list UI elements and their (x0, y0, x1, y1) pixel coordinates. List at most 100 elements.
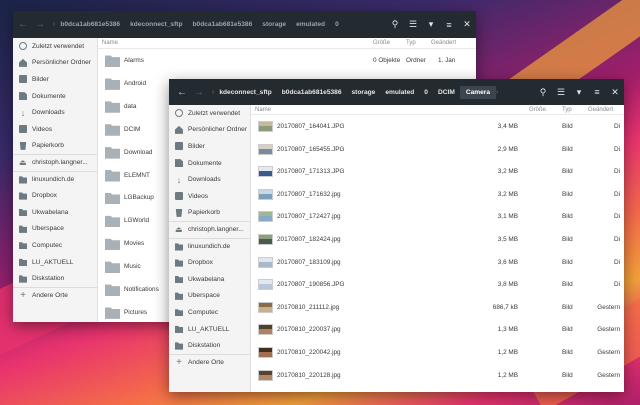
search-icon[interactable]: ⚲ (534, 83, 552, 101)
list-item[interactable]: 20170807_190856.JPG 3,8 MB Bild Di (251, 273, 624, 296)
sidebar-item[interactable]: Diskstation (13, 270, 97, 287)
file-type: Bild (562, 371, 573, 379)
back-arrow-icon[interactable]: ← (16, 18, 30, 32)
breadcrumb: ‹ b0dca1ab681e5386 kdeconnect_sftp b0dca… (53, 21, 344, 28)
list-item[interactable]: 20170807_171313.JPG 3,2 MB Bild Di (251, 160, 624, 183)
sidebar-item[interactable]: LU_AKTUELL (169, 321, 250, 338)
network-drive-icon: ⏏ (19, 157, 27, 167)
sidebar-item[interactable]: Dropbox (13, 187, 97, 204)
sidebar-item-label: Ukwabelana (32, 208, 69, 216)
sidebar-item[interactable]: Computec (13, 237, 97, 254)
breadcrumb-item[interactable]: b0dca1ab681e5386 (277, 89, 347, 96)
file-type: Bild (562, 123, 573, 130)
close-icon[interactable]: ✕ (606, 83, 624, 101)
file-name: Notifications (124, 286, 159, 293)
breadcrumb-item[interactable]: b0dca1ab681e5386 (188, 21, 258, 28)
column-name[interactable]: Name (255, 107, 271, 113)
breadcrumb-item[interactable]: kdeconnect_sftp (125, 21, 187, 28)
list-item[interactable]: 20170810_220042.jpg 1,2 MB Bild Gestern (251, 341, 624, 364)
sidebar-item[interactable]: Zuletzt verwendet (169, 105, 250, 122)
forward-arrow-icon[interactable]: → (192, 85, 206, 99)
breadcrumb-item-current[interactable]: Camera (459, 85, 497, 99)
sidebar-item[interactable]: ⏏ christoph.langner... (13, 154, 97, 171)
sidebar-item[interactable]: Diskstation (169, 337, 250, 354)
headerbar: ← → ‹ b0dca1ab681e5386 kdeconnect_sftp b… (13, 11, 476, 38)
breadcrumb-item[interactable]: storage (347, 89, 381, 96)
view-list-icon[interactable]: ☰ (404, 16, 422, 34)
list-item[interactable]: Alarms 0 Objekte Ordner 1. Jan (98, 49, 476, 72)
sidebar-item[interactable]: Persönlicher Ordner (169, 122, 250, 139)
file-type: Bild (562, 281, 573, 289)
close-icon[interactable]: ✕ (458, 16, 476, 34)
sidebar-item[interactable]: Ukwabelana (169, 271, 250, 288)
list-item[interactable]: 20170807_183109.jpg 3,6 MB Bild Di (251, 251, 624, 274)
list-item[interactable]: 20170807_171632.jpg 3,2 MB Bild Di (251, 183, 624, 206)
breadcrumb-item[interactable]: 0 (330, 21, 344, 28)
file-size: 3,4 MB (497, 123, 518, 130)
sidebar-item[interactable]: Dokumente (169, 155, 250, 172)
column-name[interactable]: Name (102, 40, 118, 46)
view-options-icon[interactable]: ▾ (422, 16, 440, 34)
sidebar-item[interactable]: Papierkorb (169, 205, 250, 222)
sidebar-item[interactable]: Dropbox (169, 254, 250, 271)
sidebar-item-label: Dropbox (188, 259, 213, 267)
breadcrumb-item[interactable]: storage (257, 21, 291, 28)
sidebar-item[interactable]: Ukwabelana (13, 204, 97, 221)
sidebar-item[interactable]: Papierkorb (13, 138, 97, 155)
file-name: 20170807_164041.JPG (277, 123, 345, 130)
sidebar-item[interactable]: ⏏ christoph.langner... (169, 221, 250, 238)
sidebar-item[interactable]: + Andere Orte (169, 353, 250, 371)
sidebar-item[interactable]: linuxundich.de (169, 237, 250, 255)
sidebar-item[interactable]: Zuletzt verwendet (13, 38, 97, 55)
chevron-right-icon[interactable]: › (496, 89, 498, 96)
column-type[interactable]: Typ (562, 107, 572, 113)
breadcrumb-item[interactable]: kdeconnect_sftp (214, 89, 276, 96)
column-modified[interactable]: Geändert (588, 107, 613, 113)
sidebar-item[interactable]: linuxundich.de (13, 170, 97, 188)
column-type[interactable]: Typ (406, 40, 416, 46)
sidebar-item[interactable]: + Andere Orte (13, 286, 97, 304)
file-list: 20170807_164041.JPG 3,4 MB Bild Di 20170807_… (251, 115, 624, 392)
breadcrumb-item[interactable]: b0dca1ab681e5386 (55, 21, 125, 28)
sidebar-item[interactable]: LU_AKTUELL (13, 254, 97, 271)
sidebar-item-label: Papierkorb (32, 142, 64, 150)
file-modified: Gestern (597, 371, 620, 379)
sidebar-item[interactable]: Computec (169, 304, 250, 321)
search-icon[interactable]: ⚲ (386, 16, 404, 34)
breadcrumb-item[interactable]: emulated (291, 21, 330, 28)
sidebar-item[interactable]: ↓ Downloads (169, 171, 250, 188)
list-item[interactable]: 20170810_211112.jpg 686,7 kB Bild Gestern (251, 296, 624, 319)
sidebar-item[interactable]: Bilder (13, 71, 97, 88)
file-size: 3,1 MB (497, 213, 518, 221)
list-item[interactable]: 20170807_165455.JPG 2,9 MB Bild Di (251, 138, 624, 161)
menu-icon[interactable]: ≡ (440, 16, 458, 34)
list-item[interactable]: 20170807_164041.JPG 3,4 MB Bild Di (251, 115, 624, 138)
breadcrumb-item[interactable]: 0 (419, 89, 433, 96)
list-item[interactable]: 20170807_172427.jpg 3,1 MB Bild Di (251, 205, 624, 228)
sidebar-item[interactable]: Bilder (169, 138, 250, 155)
file-name: 20170810_220037.jpg (277, 326, 341, 334)
sidebar-item[interactable]: Videos (169, 188, 250, 205)
menu-icon[interactable]: ≡ (588, 83, 606, 101)
list-item[interactable]: 20170810_220037.jpg 1,3 MB Bild Gestern (251, 318, 624, 341)
column-size[interactable]: Größe (373, 40, 390, 46)
image-thumbnail-icon (258, 369, 273, 381)
sidebar-item[interactable]: ↓ Downloads (13, 104, 97, 121)
sidebar-item[interactable]: Persönlicher Ordner (13, 55, 97, 72)
sidebar-item[interactable]: Dokumente (13, 88, 97, 105)
sidebar: Zuletzt verwendet Persönlicher Ordner Bild… (169, 105, 251, 392)
forward-arrow-icon[interactable]: → (33, 18, 47, 32)
document-icon (19, 92, 27, 101)
list-item[interactable]: 20170807_182424.jpg 3,5 MB Bild Di (251, 228, 624, 251)
sidebar-item[interactable]: Videos (13, 121, 97, 138)
view-list-icon[interactable]: ☰ (552, 83, 570, 101)
breadcrumb-item[interactable]: DCIM (433, 89, 460, 96)
list-item[interactable]: 20170810_220128.jpg 1,2 MB Bild Gestern (251, 364, 624, 387)
sidebar-item[interactable]: Uberspace (13, 221, 97, 238)
back-arrow-icon[interactable]: ← (175, 85, 189, 99)
sidebar-item[interactable]: Uberspace (169, 288, 250, 305)
breadcrumb-item[interactable]: emulated (380, 89, 419, 96)
column-modified[interactable]: Geändert (431, 40, 456, 46)
view-options-icon[interactable]: ▾ (570, 83, 588, 101)
column-size[interactable]: Größe (529, 107, 546, 113)
